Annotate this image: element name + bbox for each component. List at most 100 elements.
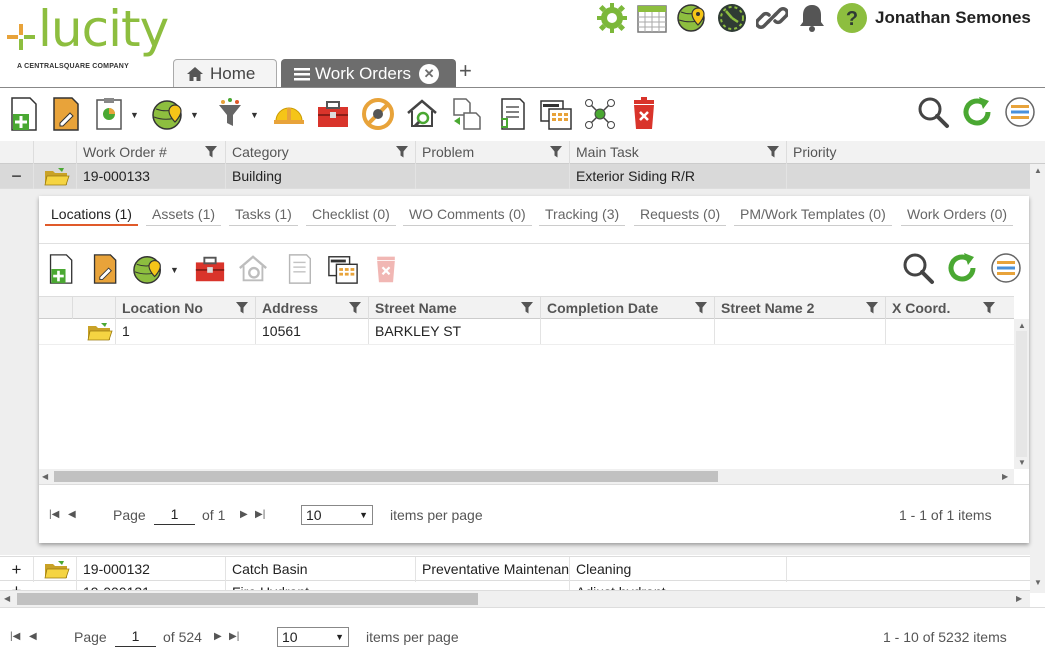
subtab-assets[interactable]: Assets (1): [146, 202, 222, 226]
scrollbar-thumb[interactable]: [17, 593, 478, 605]
subtab-pm-work-templates[interactable]: PM/Work Templates (0): [734, 202, 892, 226]
refresh-icon[interactable]: [945, 251, 979, 285]
filter-icon[interactable]: [349, 302, 361, 314]
search-icon[interactable]: [901, 251, 935, 285]
column-header-street-name[interactable]: Street Name: [368, 297, 540, 319]
refresh-icon[interactable]: [960, 95, 994, 129]
scroll-up-arrow[interactable]: ▲: [1034, 166, 1042, 175]
dashboard-clock-icon[interactable]: [716, 2, 748, 34]
bell-icon[interactable]: [796, 2, 828, 34]
toolbox-icon[interactable]: [316, 97, 350, 131]
table-row[interactable]: + 19-000131 Fire Hydrant Adjust hydrant: [0, 582, 1030, 591]
collapse-row-button[interactable]: −: [0, 164, 33, 189]
map-icon[interactable]: [152, 97, 186, 131]
inspect-facility-icon[interactable]: [237, 253, 269, 285]
copy-documents-icon[interactable]: [450, 97, 484, 131]
add-location-icon[interactable]: [47, 253, 77, 285]
scroll-left-arrow[interactable]: ◀: [4, 594, 10, 603]
subtab-wo-comments[interactable]: WO Comments (0): [403, 202, 532, 226]
spreadsheet-icon[interactable]: [539, 97, 573, 131]
column-header-street-name-2[interactable]: Street Name 2: [714, 297, 885, 319]
first-page-button[interactable]: |◀: [49, 509, 59, 520]
subtab-work-orders[interactable]: Work Orders (0): [901, 202, 1014, 226]
document-link-icon[interactable]: [283, 253, 315, 285]
column-options-icon[interactable]: [989, 251, 1023, 285]
next-page-button[interactable]: ▶: [240, 509, 248, 520]
filter-icon[interactable]: [521, 302, 533, 314]
toolbox-icon[interactable]: [193, 253, 227, 285]
last-page-button[interactable]: ▶|: [229, 631, 239, 642]
calendar-icon[interactable]: [636, 2, 668, 34]
filter-icon[interactable]: [695, 302, 707, 314]
edit-record-icon[interactable]: [50, 97, 84, 131]
search-icon[interactable]: [916, 95, 950, 129]
tab-home[interactable]: Home: [173, 59, 277, 88]
table-row[interactable]: 1 10561 BARKLEY ST: [39, 319, 1014, 345]
filter-icon[interactable]: [767, 146, 779, 158]
scroll-right-arrow[interactable]: ▶: [1002, 472, 1008, 481]
spreadsheet-icon[interactable]: [327, 253, 359, 285]
filter-icon[interactable]: [236, 302, 248, 314]
main-horizontal-scrollbar[interactable]: ◀ ▶: [0, 591, 1030, 607]
edit-location-icon[interactable]: [91, 253, 121, 285]
scroll-up-arrow[interactable]: ▲: [1018, 321, 1026, 330]
folder-open-icon[interactable]: [33, 557, 76, 582]
add-record-icon[interactable]: [8, 97, 42, 131]
document-link-icon[interactable]: [495, 97, 529, 131]
expand-row-button[interactable]: +: [0, 582, 33, 590]
table-row[interactable]: + 19-000132 Catch Basin Preventative Mai…: [0, 556, 1030, 582]
close-tab-icon[interactable]: ✕: [419, 64, 440, 84]
subtab-checklist[interactable]: Checklist (0): [306, 202, 396, 226]
filter-icon[interactable]: [396, 146, 408, 158]
subtab-tasks[interactable]: Tasks (1): [229, 202, 298, 226]
table-row[interactable]: − 19-000133 Building Exterior Siding R/R: [0, 164, 1030, 189]
column-header-problem[interactable]: Problem: [415, 141, 569, 164]
scroll-down-arrow[interactable]: ▼: [1034, 578, 1042, 587]
scroll-right-arrow[interactable]: ▶: [1016, 594, 1022, 603]
globe-map-icon[interactable]: [676, 2, 708, 34]
scrollbar-thumb[interactable]: [54, 471, 718, 482]
column-options-icon[interactable]: [1003, 95, 1037, 129]
gear-icon[interactable]: [596, 2, 628, 34]
column-header-x-coord[interactable]: X Coord.: [885, 297, 1002, 319]
column-header-category[interactable]: Category: [225, 141, 415, 164]
map-dropdown-caret[interactable]: ▼: [190, 110, 199, 120]
folder-open-icon[interactable]: [33, 164, 76, 189]
map-dropdown-caret[interactable]: ▼: [170, 265, 179, 275]
filter-icon[interactable]: [866, 302, 878, 314]
main-vertical-scrollbar[interactable]: ▲ ▼: [1030, 164, 1045, 593]
column-header-main-task[interactable]: Main Task: [569, 141, 786, 164]
column-header-completion-date[interactable]: Completion Date: [540, 297, 714, 319]
filter-funnel-icon[interactable]: [213, 97, 247, 131]
page-number-input[interactable]: 1: [115, 625, 156, 647]
column-header-work-order[interactable]: Work Order #: [76, 141, 225, 164]
column-header-location-no[interactable]: Location No: [115, 297, 255, 319]
report-icon[interactable]: [94, 97, 128, 131]
filter-dropdown-caret[interactable]: ▼: [250, 110, 259, 120]
report-dropdown-caret[interactable]: ▼: [130, 110, 139, 120]
add-tab-button[interactable]: +: [459, 58, 472, 84]
tab-work-orders[interactable]: Work Orders ✕: [281, 59, 456, 88]
link-icon[interactable]: [756, 2, 788, 34]
map-icon[interactable]: [133, 253, 165, 285]
prev-page-button[interactable]: ◀: [68, 509, 76, 520]
scroll-down-arrow[interactable]: ▼: [1018, 458, 1026, 467]
location-horizontal-scrollbar[interactable]: ◀ ▶: [39, 469, 1014, 484]
hard-hat-icon[interactable]: [272, 97, 306, 131]
user-name[interactable]: Jonathan Semones: [875, 8, 1031, 28]
prev-page-button[interactable]: ◀: [29, 631, 37, 642]
help-icon[interactable]: ?: [836, 2, 868, 34]
folder-open-icon[interactable]: [72, 319, 115, 344]
page-number-input[interactable]: 1: [154, 503, 195, 525]
first-page-button[interactable]: |◀: [10, 631, 20, 642]
last-page-button[interactable]: ▶|: [255, 509, 265, 520]
subtab-requests[interactable]: Requests (0): [634, 202, 727, 226]
delete-icon[interactable]: [371, 253, 401, 285]
subtab-tracking[interactable]: Tracking (3): [539, 202, 626, 226]
subtab-locations[interactable]: Locations (1): [45, 202, 138, 226]
filter-icon[interactable]: [205, 146, 217, 158]
per-page-select[interactable]: 10 ▼: [277, 627, 349, 647]
delete-icon[interactable]: [627, 97, 661, 131]
expand-row-button[interactable]: +: [0, 557, 33, 582]
location-vertical-scrollbar[interactable]: ▲ ▼: [1014, 319, 1029, 469]
